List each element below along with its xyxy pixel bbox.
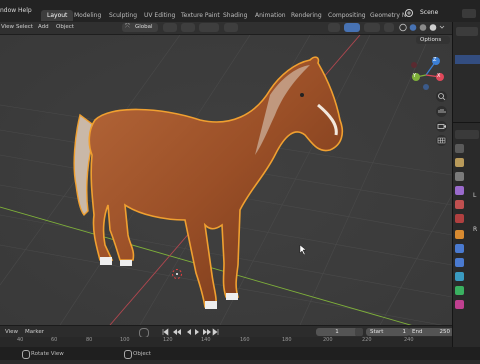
options-label: Options — [420, 37, 442, 43]
physics-tab-icon[interactable] — [455, 272, 464, 281]
timeline-menu-marker[interactable]: Marker — [25, 329, 44, 335]
modifier-tab-icon[interactable] — [455, 244, 464, 253]
menu-window[interactable]: ndow — [0, 7, 16, 14]
ruler-tick: 140 — [201, 337, 211, 343]
gizmo-y-label: Y — [413, 73, 417, 79]
render-tab-icon[interactable] — [455, 158, 464, 167]
preview-range-icon[interactable] — [355, 328, 363, 336]
top-menu-bar: ndow Help Layout Modeling Sculpting UV E… — [0, 0, 480, 22]
prev-keyframe-icon — [173, 329, 181, 335]
jump-start-icon — [162, 328, 169, 336]
ruler-tick: 160 — [240, 337, 250, 343]
frame-ruler[interactable]: 40 60 80 100 120 140 160 180 200 220 240 — [0, 337, 452, 347]
snap-target-dropdown[interactable] — [199, 23, 219, 32]
current-frame-field[interactable]: 1 — [316, 328, 358, 336]
tab-modeling[interactable]: Modeling — [68, 10, 107, 21]
orientation-icon: ⤧ — [125, 23, 130, 30]
scene-icon[interactable] — [404, 8, 414, 18]
pivot-point-icon[interactable] — [163, 23, 177, 32]
ruler-tick: 180 — [282, 337, 292, 343]
material-tab-icon[interactable] — [455, 300, 464, 309]
object-tab-icon[interactable] — [455, 230, 464, 239]
scene-name[interactable]: Scene — [420, 9, 438, 16]
current-frame-value: 1 — [335, 329, 339, 335]
output-tab-icon[interactable] — [455, 172, 464, 181]
xray-toggle-icon[interactable] — [384, 23, 394, 32]
particles-tab-icon[interactable] — [455, 258, 464, 267]
mouse-icon — [22, 350, 30, 359]
properties-search[interactable] — [455, 130, 479, 139]
orientation-label: Global — [135, 24, 153, 30]
menu-select[interactable]: Select — [16, 24, 33, 30]
tool-tab-icon[interactable] — [455, 144, 464, 153]
tab-shading[interactable]: Shading — [217, 10, 253, 21]
viewport-header: View Select Add Object ⤧ Global — [0, 22, 452, 35]
playback-controls — [160, 327, 220, 337]
properties-panel: L R — [452, 22, 480, 347]
scene-browse-icon[interactable] — [462, 9, 476, 18]
ruler-tick: 100 — [120, 337, 130, 343]
menu-add[interactable]: Add — [38, 24, 49, 30]
next-keyframe-icon — [203, 329, 211, 335]
end-label: End — [412, 329, 423, 335]
snap-icon[interactable] — [181, 23, 195, 32]
play-reverse-icon — [187, 329, 191, 335]
menu-help[interactable]: Help — [18, 7, 32, 14]
perspective-grid-icon[interactable] — [436, 135, 447, 146]
end-value: 250 — [439, 329, 451, 335]
world-tab-icon[interactable] — [455, 214, 464, 223]
menu-view[interactable]: View — [1, 24, 14, 30]
gizmo-toggle-icon[interactable] — [344, 23, 360, 32]
panel-letter-l: L — [473, 192, 477, 199]
status-object: Object — [133, 351, 151, 357]
tab-geometry-nodes[interactable]: Geometry N — [364, 10, 408, 21]
status-bar: Rotate View Object — [0, 347, 480, 360]
object-visibility-icon[interactable] — [328, 23, 340, 32]
outliner-selected-row[interactable] — [455, 55, 480, 64]
play-icon — [195, 329, 199, 335]
camera-view-icon[interactable] — [436, 121, 447, 132]
3d-viewport[interactable]: Z X Y Options — [0, 35, 452, 325]
ruler-tick: 40 — [17, 337, 24, 343]
ruler-tick: 60 — [51, 337, 58, 343]
start-label: Start — [370, 329, 384, 335]
menu-object[interactable]: Object — [56, 24, 74, 30]
pan-hand-icon[interactable] — [436, 106, 447, 117]
ruler-tick: 220 — [362, 337, 372, 343]
outliner-header[interactable] — [456, 27, 478, 36]
start-value: 1 — [402, 329, 407, 335]
shading-mode-buttons — [398, 23, 448, 32]
gizmo-x-label: X — [437, 73, 441, 79]
transform-orientation-dropdown[interactable]: ⤧ Global — [122, 23, 158, 32]
panel-divider — [453, 122, 480, 123]
jump-end-icon — [212, 328, 219, 336]
overlay-toggle-icon[interactable] — [364, 23, 380, 32]
ruler-tick: 200 — [323, 337, 333, 343]
properties-tabs — [455, 144, 465, 364]
mouse-icon — [124, 350, 132, 359]
start-frame-field[interactable]: Start 1 — [366, 328, 410, 336]
timeline-menu-view[interactable]: View — [5, 329, 18, 335]
ruler-tick: 240 — [404, 337, 414, 343]
options-dropdown[interactable]: Options — [416, 36, 450, 44]
status-rotate-view: Rotate View — [31, 351, 64, 357]
panel-letter-r: R — [473, 226, 478, 233]
proportional-editing-icon[interactable] — [224, 23, 238, 32]
view-layer-tab-icon[interactable] — [455, 186, 464, 195]
ruler-tick: 80 — [86, 337, 93, 343]
ruler-tick: 120 — [163, 337, 173, 343]
end-frame-field[interactable]: End 250 — [408, 328, 454, 336]
gizmo-z-label: Z — [433, 57, 437, 63]
zoom-icon[interactable] — [436, 91, 447, 102]
scene-tab-icon[interactable] — [455, 200, 464, 209]
constraints-tab-icon[interactable] — [455, 286, 464, 295]
